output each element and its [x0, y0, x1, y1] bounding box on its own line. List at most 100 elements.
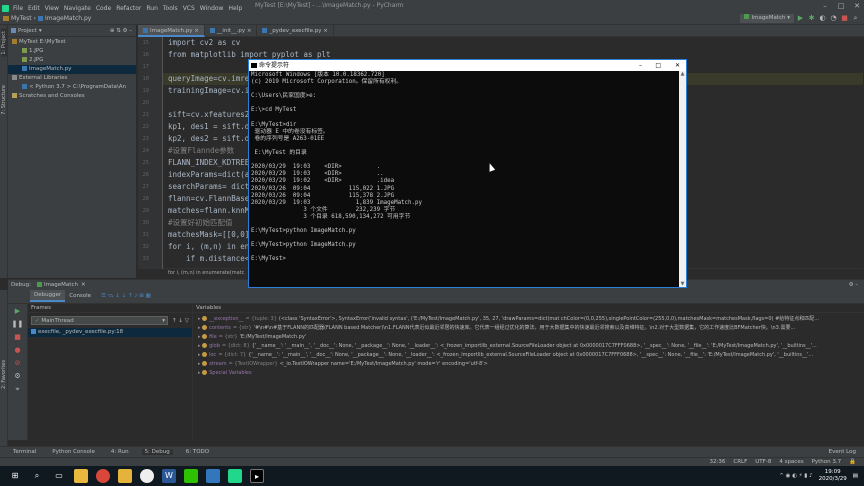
- menu-code[interactable]: Code: [96, 5, 111, 12]
- task-view-icon[interactable]: ▭: [52, 469, 66, 483]
- close-button[interactable]: ✕: [852, 1, 862, 11]
- pin-icon[interactable]: ⌖: [8, 385, 27, 394]
- cmd-maximize-button[interactable]: □: [655, 60, 661, 71]
- tree-item[interactable]: Scratches and Consoles: [8, 92, 136, 101]
- minimize-button[interactable]: –: [820, 1, 830, 11]
- menu-navigate[interactable]: Navigate: [64, 5, 91, 12]
- side-tab-favorites[interactable]: 2: Favorites: [1, 360, 7, 389]
- wechat-icon[interactable]: [184, 469, 198, 483]
- search-icon[interactable]: ⌕: [30, 469, 44, 483]
- cmd-scrollbar[interactable]: ▲ ▼: [679, 71, 686, 287]
- menu-file[interactable]: File: [13, 5, 23, 12]
- event-log-button[interactable]: Event Log: [829, 449, 856, 455]
- caret-position[interactable]: 32:36: [710, 459, 726, 465]
- variable-row[interactable]: ▸ __exception__ = {tuple: 3} (<class 'Synt…: [198, 315, 864, 324]
- editor-tab[interactable]: __init__.py ×: [205, 24, 258, 37]
- close-tab-icon[interactable]: ×: [321, 28, 328, 34]
- editor-tab[interactable]: _pydev_execfile.py ×: [257, 24, 334, 37]
- variable-row[interactable]: ▸ file = {str} 'E:/MyTest/ImageMatch.py': [198, 333, 864, 342]
- folder-app-icon[interactable]: [118, 469, 132, 483]
- menu-run[interactable]: Run: [146, 5, 158, 12]
- cmd-title-bar[interactable]: 命令提示符 – □ ✕: [249, 60, 686, 71]
- close-tab-icon[interactable]: ×: [245, 28, 252, 34]
- close-tab-icon[interactable]: ×: [193, 28, 199, 34]
- debug-settings-icon[interactable]: ⚙ –: [849, 282, 858, 288]
- lock-icon[interactable]: 🔒: [849, 459, 856, 465]
- tree-item[interactable]: External Libraries: [8, 74, 136, 83]
- variable-row[interactable]: ▸ stream = {TextIOWrapper} <_io.TextIOWrap…: [198, 360, 864, 369]
- mute-breakpoints-icon[interactable]: ⊘: [8, 359, 27, 367]
- cmd-line: 2020/03/29 19:03 <DIR> .: [251, 164, 381, 171]
- cmd-close-button[interactable]: ✕: [675, 60, 680, 71]
- file-explorer-icon[interactable]: [74, 469, 88, 483]
- indent-setting[interactable]: 4 spaces: [779, 459, 803, 465]
- breadcrumb-project[interactable]: MyTest: [11, 15, 32, 22]
- tool-tab[interactable]: Python Console: [49, 449, 98, 455]
- debug-config-tab[interactable]: ImageMatch: [44, 282, 78, 288]
- menu-view[interactable]: View: [45, 5, 59, 12]
- tool-tab[interactable]: 5: Debug: [141, 449, 173, 455]
- variable-row[interactable]: ▸ contents = {str} '#\n#\n#基于FLANN的匹配器(FLA…: [198, 324, 864, 333]
- resume-icon[interactable]: ▶: [8, 307, 27, 315]
- cmd-minimize-button[interactable]: –: [639, 60, 642, 71]
- cmd-taskbar-icon[interactable]: ▸: [250, 469, 264, 483]
- debug-icon[interactable]: ✱: [807, 14, 816, 23]
- tree-item[interactable]: MyTest E:\MyTest: [8, 38, 136, 47]
- github-icon[interactable]: [140, 469, 154, 483]
- tree-item[interactable]: 1.JPG: [8, 47, 136, 56]
- line-separator[interactable]: CRLF: [733, 459, 747, 465]
- thread-selector[interactable]: ✓ MainThread ▾: [31, 316, 169, 325]
- run-icon[interactable]: ▶: [796, 14, 805, 23]
- variable-row[interactable]: ▸ loc = {dict: 7} {'__name__': '__main__',…: [198, 351, 864, 360]
- debug-settings-gear-icon[interactable]: ⚙: [8, 372, 27, 380]
- tool-tab[interactable]: Terminal: [10, 449, 39, 455]
- tree-item[interactable]: < Python 3.7 > C:\ProgramData\An: [8, 83, 136, 92]
- cmd-output[interactable]: Microsoft Windows [版本 10.0.18362.720] (c)…: [249, 71, 679, 287]
- edge-icon[interactable]: [206, 469, 220, 483]
- chrome-icon[interactable]: [96, 469, 110, 483]
- tree-item[interactable]: 2.JPG: [8, 56, 136, 65]
- clock[interactable]: 19:09 2020/3/29: [819, 469, 847, 483]
- python-interpreter[interactable]: Python 3.7: [812, 459, 842, 465]
- windows-start-icon[interactable]: ⊞: [8, 469, 22, 483]
- coverage-icon[interactable]: ◐: [818, 14, 827, 23]
- pycharm-taskbar-icon[interactable]: [228, 469, 242, 483]
- breadcrumb-file[interactable]: ImageMatch.py: [45, 15, 91, 22]
- editor-tab[interactable]: ImageMatch.py ×: [138, 24, 205, 37]
- tree-item[interactable]: ImageMatch.py: [8, 65, 136, 74]
- menu-vcs[interactable]: VCS: [183, 5, 195, 12]
- tray-icons[interactable]: ^ ◉ ◐ ⚡ ▮ ♪: [779, 473, 812, 479]
- variable-row[interactable]: ▸ glob = {dict: 8} {'__name__': '__main__'…: [198, 342, 864, 351]
- tool-tab[interactable]: 6: TODO: [183, 449, 212, 455]
- side-tab-project[interactable]: 1: Project: [1, 29, 7, 57]
- word-icon[interactable]: W: [162, 469, 176, 483]
- stop-debug-icon[interactable]: ■: [8, 333, 27, 341]
- menu-refactor[interactable]: Refactor: [116, 5, 141, 12]
- panel-settings-icon[interactable]: ⊕ ⇅ ⚙ –: [110, 28, 132, 34]
- step-over-icon[interactable]: ☰ ⤼ ↓ ⇣ ↑ ⤴ ⊞ ▦: [101, 293, 151, 300]
- view-breakpoints-icon[interactable]: ●: [8, 346, 27, 354]
- command-prompt-window[interactable]: 命令提示符 – □ ✕ Microsoft Windows [版本 10.0.1…: [248, 59, 687, 288]
- run-config-selector[interactable]: ImageMatch ▾: [740, 13, 794, 23]
- menu-help[interactable]: Help: [228, 5, 242, 12]
- project-panel-title[interactable]: Project: [18, 28, 37, 34]
- frame-row[interactable]: execfile, _pydev_execfile.py:18: [28, 328, 192, 337]
- close-debug-tab-icon[interactable]: ✕: [81, 282, 86, 288]
- pause-icon[interactable]: ❚❚: [8, 320, 27, 328]
- file-encoding[interactable]: UTF-8: [755, 459, 771, 465]
- stop-icon[interactable]: ■: [840, 14, 849, 23]
- menu-tools[interactable]: Tools: [163, 5, 178, 12]
- profile-icon[interactable]: ◔: [829, 14, 838, 23]
- menu-edit[interactable]: Edit: [28, 5, 40, 12]
- variable-row[interactable]: ▸ Special Variables: [198, 369, 864, 378]
- tab-debugger[interactable]: Debugger: [30, 290, 66, 302]
- tool-tab[interactable]: 4: Run: [108, 449, 132, 455]
- frame-nav-icon[interactable]: ↑ ↓ ▽: [172, 318, 189, 324]
- notification-icon[interactable]: ▤: [853, 473, 858, 479]
- search-everywhere-icon[interactable]: ⌕: [851, 14, 860, 23]
- maximize-button[interactable]: □: [836, 1, 846, 11]
- side-tab-structure[interactable]: 7: Structure: [1, 85, 7, 115]
- menu-window[interactable]: Window: [200, 5, 224, 12]
- code-line[interactable]: import cv2 as cv: [163, 37, 863, 49]
- tab-console[interactable]: Console: [65, 291, 95, 301]
